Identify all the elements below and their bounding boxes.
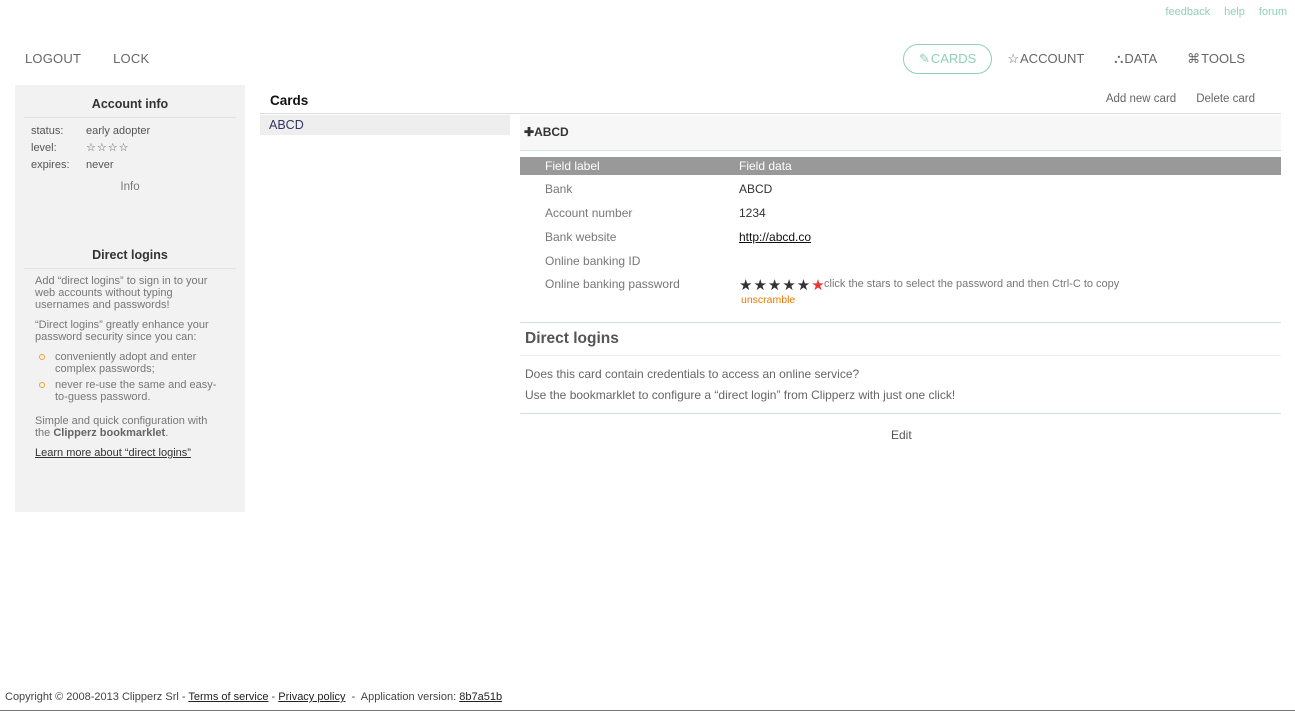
learn-more-link[interactable]: Learn more about “direct logins” bbox=[35, 447, 191, 459]
direct-logins-intro: Add “direct logins” to sign in to your w… bbox=[35, 275, 208, 311]
direct-logins-benefits: “Direct logins” greatly enhance your pas… bbox=[35, 319, 209, 343]
tab-data[interactable]: ⛬DATA bbox=[1099, 45, 1172, 73]
copyright-text: Copyright © 2008-2013 Clipperz Srl - bbox=[5, 691, 189, 703]
field-value: ABCD bbox=[739, 182, 773, 196]
bookmarklet-name: Clipperz bookmarklet bbox=[53, 427, 166, 439]
tab-cards[interactable]: ✎CARDS bbox=[902, 44, 993, 74]
field-row-bank-website: Bank website http://abcd.co bbox=[520, 230, 1281, 254]
field-value: http://abcd.co bbox=[739, 230, 811, 244]
account-info-table: status: early adopter level: ☆☆☆☆ expire… bbox=[31, 123, 245, 174]
direct-logins-instruction: Use the bookmarklet to configure a “dire… bbox=[525, 388, 956, 402]
top-links: feedback help forum bbox=[1165, 6, 1287, 18]
info-row-level: level: ☆☆☆☆ bbox=[31, 140, 245, 157]
pencil-icon: ✎ bbox=[918, 51, 930, 66]
field-data-header: Field data bbox=[739, 159, 792, 173]
field-label: Account number bbox=[545, 206, 633, 220]
direct-logins-question: Does this card contain credentials to ac… bbox=[525, 367, 860, 381]
info-row-status: status: early adopter bbox=[31, 123, 245, 140]
card-title-text: ABCD bbox=[534, 125, 569, 139]
field-label: Online banking ID bbox=[545, 254, 641, 268]
version-link[interactable]: 8b7a51b bbox=[459, 691, 502, 703]
note-suffix: . bbox=[165, 427, 169, 439]
card-title-bar: ✚ABCD bbox=[520, 115, 1281, 151]
divider bbox=[520, 322, 1281, 323]
sidebar: Account info status: early adopter level… bbox=[15, 85, 245, 512]
session-nav: LOGOUT LOCK bbox=[25, 51, 149, 66]
list-item: never re-use the same and easy-to-guess … bbox=[35, 379, 225, 403]
edit-button[interactable]: Edit bbox=[891, 428, 912, 442]
feedback-link[interactable]: feedback bbox=[1165, 6, 1210, 18]
help-link[interactable]: help bbox=[1224, 6, 1245, 18]
fields-header: Field label Field data bbox=[520, 157, 1281, 175]
tab-label: ACCOUNT bbox=[1020, 51, 1085, 66]
password-hint: click the stars to select the password a… bbox=[824, 278, 1120, 290]
info-value: never bbox=[86, 159, 114, 171]
footer-dash: - bbox=[268, 691, 279, 703]
info-value: early adopter bbox=[86, 125, 151, 137]
tab-tools[interactable]: ⌘TOOLS bbox=[1172, 45, 1260, 73]
field-label: Online banking password bbox=[545, 277, 680, 291]
card-actions: Add new card Delete card bbox=[1106, 93, 1255, 105]
info-row-expires: expires: never bbox=[31, 157, 245, 174]
direct-logins-help: Add “direct logins” to sign in to your w… bbox=[35, 275, 225, 459]
cards-title: Cards bbox=[270, 93, 309, 108]
website-link[interactable]: http://abcd.co bbox=[739, 230, 811, 244]
tab-account[interactable]: ☆ACCOUNT bbox=[992, 45, 1099, 73]
forum-link[interactable]: forum bbox=[1259, 6, 1287, 18]
command-icon: ⌘ bbox=[1187, 51, 1201, 66]
field-label: Bank website bbox=[545, 230, 617, 244]
card-list-item[interactable]: ABCD bbox=[260, 115, 510, 135]
footer: Copyright © 2008-2013 Clipperz Srl - Ter… bbox=[5, 691, 502, 703]
card-name: ABCD bbox=[269, 118, 304, 132]
plus-icon: ✚ bbox=[524, 125, 535, 139]
stars-text: ★★★★★ bbox=[739, 277, 812, 294]
version-label: - Application version: bbox=[345, 691, 460, 703]
divider bbox=[260, 113, 1281, 114]
field-row-account-number: Account number 1234 bbox=[520, 206, 1281, 230]
info-link[interactable]: Info bbox=[15, 181, 245, 193]
privacy-link[interactable]: Privacy policy bbox=[278, 691, 345, 703]
account-info-title: Account info bbox=[24, 97, 236, 118]
level-stars-icon: ☆☆☆☆ bbox=[86, 142, 130, 154]
terms-link[interactable]: Terms of service bbox=[188, 691, 268, 703]
tab-label: TOOLS bbox=[1201, 51, 1245, 66]
divider bbox=[520, 355, 1281, 356]
field-value: 1234 bbox=[739, 206, 766, 220]
lock-button[interactable]: LOCK bbox=[113, 51, 149, 66]
divider bbox=[520, 413, 1281, 414]
bookmarklet-note: Simple and quick configuration with the … bbox=[35, 415, 225, 439]
delete-card-button[interactable]: Delete card bbox=[1196, 93, 1255, 105]
benefits-list: conveniently adopt and enter complex pas… bbox=[35, 351, 225, 403]
info-key: status: bbox=[31, 125, 64, 137]
card-title: ✚ABCD bbox=[524, 125, 569, 139]
tab-label: DATA bbox=[1124, 51, 1158, 66]
field-label-header: Field label bbox=[545, 159, 600, 173]
direct-logins-heading: Direct logins bbox=[525, 330, 619, 347]
main-tabs: ✎CARDS ☆ACCOUNT ⛬DATA ⌘TOOLS bbox=[902, 44, 1260, 74]
info-key: expires: bbox=[31, 159, 70, 171]
field-label: Bank bbox=[545, 182, 573, 196]
field-row-online-banking-id: Online banking ID bbox=[520, 254, 1281, 278]
bottom-border bbox=[0, 710, 1295, 711]
tab-label: CARDS bbox=[930, 51, 977, 66]
field-row-password: Online banking password ★★★★★★ click the… bbox=[520, 277, 1281, 311]
info-key: level: bbox=[31, 142, 57, 154]
unscramble-link[interactable]: unscramble bbox=[741, 294, 795, 306]
password-stars[interactable]: ★★★★★★ bbox=[739, 276, 826, 294]
direct-logins-title: Direct logins bbox=[24, 248, 236, 269]
star-icon: ☆ bbox=[1007, 51, 1020, 66]
list-item: conveniently adopt and enter complex pas… bbox=[35, 351, 225, 375]
field-row-bank: Bank ABCD bbox=[520, 182, 1281, 206]
data-icon: ⛬ bbox=[1114, 51, 1124, 66]
add-card-button[interactable]: Add new card bbox=[1106, 93, 1176, 105]
logout-button[interactable]: LOGOUT bbox=[25, 51, 81, 66]
